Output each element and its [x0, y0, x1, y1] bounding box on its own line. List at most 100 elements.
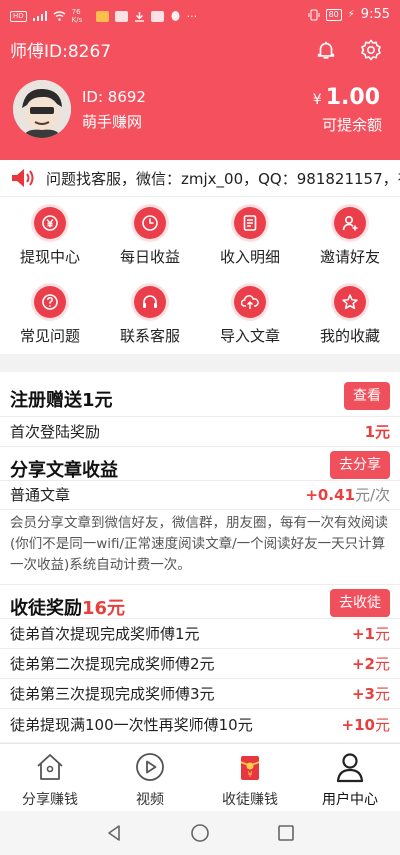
reward-list: 注册赠送1元 查看 首次登陆奖励 1元 分享文章收益 去分享 普通文章 +0.4… — [0, 372, 400, 742]
recruit-button[interactable]: 去收徒 — [330, 589, 390, 617]
app-notification-icon — [95, 10, 109, 22]
tab-recruit-earn[interactable]: ¥ 收徒赚钱 — [200, 744, 300, 812]
grid-item-faq[interactable]: 常见问题 — [0, 276, 100, 355]
battery-indicator: 80 — [325, 8, 342, 21]
home-circle-icon[interactable] — [190, 823, 210, 843]
user-icon — [336, 753, 364, 783]
tab-user-center[interactable]: 用户中心 — [300, 744, 400, 812]
wifi-icon — [53, 11, 66, 21]
apprentice-title-text: 收徒奖励 — [10, 598, 82, 619]
gear-icon[interactable] — [359, 38, 383, 62]
register-row-label: 首次登陆奖励 — [10, 423, 101, 441]
share-description: 会员分享文章到微信好友，微信群，朋友圈，每有一次有效阅读(你们不是同一wifi/… — [10, 515, 388, 573]
grid-label: 收入明细 — [219, 248, 280, 266]
grid-label: 联系客服 — [119, 327, 180, 345]
apprentice-title: 收徒奖励16元 — [10, 594, 125, 620]
status-right: 80 ⚡ 9:55 — [308, 7, 390, 22]
share-row-label: 普通文章 — [10, 486, 71, 504]
home-icon — [37, 754, 63, 780]
balance-value: 1.00 — [325, 85, 380, 110]
tab-share-earn[interactable]: 分享赚钱 — [0, 744, 100, 812]
grid-item-withdraw[interactable]: 提现中心 — [0, 197, 100, 276]
apprentice-row-value: +1元 — [352, 623, 390, 644]
clock-time: 9:55 — [360, 7, 390, 22]
invite-icon — [334, 207, 366, 239]
view-button[interactable]: 查看 — [344, 382, 390, 410]
qq-icon — [171, 11, 180, 21]
tab-video[interactable]: 视频 — [100, 744, 200, 812]
top-bar: 师傅ID:8267 — [0, 32, 400, 68]
balance-amount[interactable]: ¥1.00 — [313, 85, 380, 110]
list-icon — [234, 207, 266, 239]
notice-text: 问题找客服，微信：zmjx_00，QQ：981821157，有 — [46, 170, 400, 188]
apprentice-row-label: 徒弟第二次提现完成奖师傅2元 — [10, 655, 215, 673]
apprentice-reward-amount: +3 — [351, 685, 375, 703]
grid-item-income-detail[interactable]: 收入明细 — [200, 197, 300, 276]
back-icon[interactable] — [104, 823, 124, 843]
grid-label: 提现中心 — [19, 248, 80, 266]
master-id: 师傅ID:8267 — [10, 42, 112, 62]
grid-label: 常见问题 — [19, 327, 80, 345]
divider — [0, 480, 400, 481]
signal-icon — [32, 11, 47, 21]
star-icon — [334, 286, 366, 318]
app-notification-icon — [150, 10, 164, 22]
apprentice-row-value: +10元 — [342, 714, 390, 735]
apprentice-reward-amount: +1 — [351, 625, 375, 643]
grid-label: 邀请好友 — [319, 248, 380, 266]
notice-bar[interactable]: 问题找客服，微信：zmjx_00，QQ：981821157，有 — [0, 160, 400, 196]
apprentice-row-label: 徒弟首次提现完成奖师傅1元 — [10, 625, 200, 643]
speaker-icon — [12, 169, 34, 187]
share-title: 分享文章收益 — [10, 460, 118, 481]
grid-item-support[interactable]: 联系客服 — [100, 276, 200, 355]
register-title: 注册赠送1元 — [10, 390, 113, 411]
apprentice-reward-amount: +10 — [341, 716, 375, 734]
apprentice-row-value: +2元 — [352, 653, 390, 674]
withdraw-icon — [34, 207, 66, 239]
download-icon — [134, 11, 144, 22]
balance-label: 可提余额 — [321, 116, 382, 134]
divider — [0, 584, 400, 585]
status-bar: HD 76 K/s ··· 80 ⚡ 9:55 — [0, 0, 400, 28]
charging-icon: ⚡ — [347, 9, 355, 20]
grid-item-import-article[interactable]: 导入文章 — [200, 276, 300, 355]
apprentice-row-label: 徒弟第三次提现完成奖师傅3元 — [10, 685, 215, 703]
more-notifications-icon: ··· — [186, 9, 198, 23]
app-notification-icon — [114, 10, 128, 22]
header: HD 76 K/s ··· 80 ⚡ 9:55 师傅ID:8267 ID: 86… — [0, 0, 400, 160]
divider — [0, 708, 400, 709]
user-nickname: 萌手赚网 — [82, 113, 143, 131]
system-nav-bar — [0, 811, 400, 855]
avatar[interactable] — [13, 80, 71, 138]
register-row-value: 1元 — [364, 423, 390, 441]
apprentice-reward-unit: 元 — [374, 685, 390, 703]
feature-grid: 提现中心 每日收益 收入明细 邀请好友 常见问题 联系客服 导入文章 我的收藏 — [0, 196, 400, 354]
bottom-tab-bar: 分享赚钱 视频 ¥ 收徒赚钱 用户中心 — [0, 743, 400, 811]
bell-icon[interactable] — [315, 39, 337, 61]
tab-label: 视频 — [136, 792, 164, 808]
divider — [0, 648, 400, 649]
apprentice-row-label: 徒弟提现满100一次性再奖师傅10元 — [10, 716, 253, 734]
recent-apps-icon[interactable] — [276, 823, 296, 843]
apprentice-reward-amount: +2 — [351, 655, 375, 673]
currency-symbol: ¥ — [312, 92, 322, 108]
share-button[interactable]: 去分享 — [330, 451, 390, 479]
tab-label: 收徒赚钱 — [222, 792, 278, 808]
tab-label: 分享赚钱 — [22, 792, 78, 808]
grid-label: 导入文章 — [219, 327, 280, 345]
tab-label: 用户中心 — [322, 792, 378, 808]
divider — [0, 446, 400, 447]
share-row-value: +0.41元/次 — [305, 484, 390, 505]
divider — [0, 678, 400, 679]
grid-item-invite[interactable]: 邀请好友 — [300, 197, 400, 276]
grid-item-favorites[interactable]: 我的收藏 — [300, 276, 400, 355]
grid-item-daily-income[interactable]: 每日收益 — [100, 197, 200, 276]
headset-icon — [134, 286, 166, 318]
user-id: ID: 8692 — [82, 88, 146, 106]
apprentice-title-amount: 16元 — [82, 598, 126, 619]
grid-label: 每日收益 — [119, 248, 180, 266]
apprentice-reward-unit: 元 — [374, 655, 390, 673]
apprentice-reward-unit: 元 — [374, 625, 390, 643]
divider — [0, 416, 400, 417]
apprentice-reward-unit: 元 — [374, 716, 390, 734]
